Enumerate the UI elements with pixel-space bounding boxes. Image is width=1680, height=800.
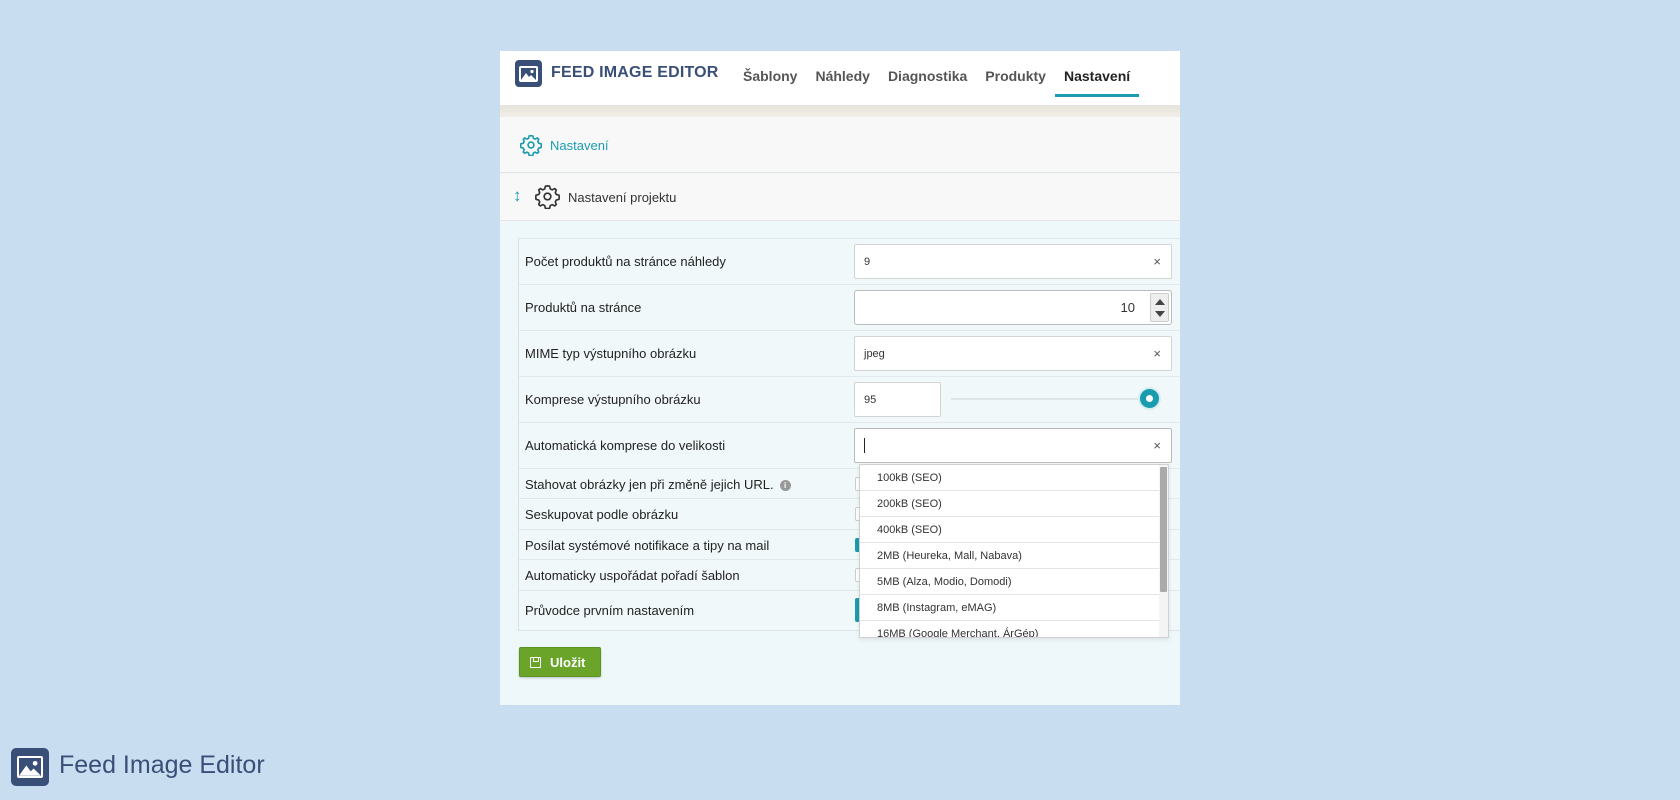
- section-title: Nastavení projektu: [568, 190, 677, 205]
- field-label: Seskupovat podle obrázku: [525, 507, 679, 522]
- form-row: MIME typ výstupního obrázku jpeg ×: [519, 331, 1180, 377]
- header-divider: [500, 105, 1180, 117]
- compression-slider-track[interactable]: [951, 398, 1161, 400]
- stepper-down-icon[interactable]: [1155, 311, 1165, 317]
- image-logo-icon: [11, 748, 49, 786]
- dropdown-option[interactable]: 400kB (SEO): [860, 517, 1160, 543]
- form-row: Automatická komprese do velikosti ×: [519, 423, 1180, 469]
- field-label: Průvodce prvním nastavením: [525, 603, 695, 618]
- field-label: Posílat systémové notifikace a tipy na m…: [525, 538, 770, 553]
- gear-icon: [534, 184, 561, 214]
- clear-icon[interactable]: ×: [1153, 346, 1161, 361]
- form-row: Produktů na stránce 10: [519, 285, 1180, 331]
- nav-item-nastaveni[interactable]: Nastavení: [1054, 51, 1140, 105]
- field-label: Počet produktů na stránce náhledy: [525, 254, 726, 269]
- dropdown-option[interactable]: 5MB (Alza, Modio, Domodi): [860, 569, 1160, 595]
- clear-icon[interactable]: ×: [1153, 438, 1161, 453]
- page-header: Nastavení: [500, 117, 1180, 173]
- stepper-up-icon[interactable]: [1155, 299, 1165, 305]
- clear-icon[interactable]: ×: [1153, 254, 1161, 269]
- products-per-preview-select[interactable]: 9 ×: [854, 244, 1172, 279]
- image-logo-icon[interactable]: [515, 60, 542, 87]
- dropdown-option[interactable]: 2MB (Heureka, Mall, Nabava): [860, 543, 1160, 569]
- field-label: Produktů na stránce: [525, 300, 642, 315]
- main-nav: Šablony Náhledy Diagnostika Produkty Nas…: [734, 51, 1140, 105]
- select-value: jpeg: [864, 348, 885, 360]
- gear-icon: [519, 134, 543, 161]
- input-value: 95: [864, 394, 877, 406]
- app-window: FEED IMAGE EDITOR Šablony Náhledy Diagno…: [500, 51, 1180, 705]
- dropdown-scrollbar-thumb[interactable]: [1160, 467, 1167, 592]
- dropdown-option[interactable]: 8MB (Instagram, eMAG): [860, 595, 1160, 621]
- field-label: Automaticky uspořádat pořadí šablon: [525, 568, 740, 583]
- footer-brand-title: Feed Image Editor: [59, 751, 265, 779]
- nav-item-nahledy[interactable]: Náhledy: [806, 51, 878, 105]
- dropdown-option[interactable]: 200kB (SEO): [860, 491, 1160, 517]
- save-button[interactable]: Uložit: [519, 647, 601, 677]
- save-button-label: Uložit: [550, 655, 586, 670]
- auto-compression-dropdown: 100kB (SEO) 200kB (SEO) 400kB (SEO) 2MB …: [859, 464, 1169, 638]
- form-row: Komprese výstupního obrázku 95: [519, 377, 1180, 423]
- auto-compression-select[interactable]: ×: [854, 428, 1172, 463]
- number-stepper[interactable]: [1150, 293, 1169, 322]
- dropdown-scrollbar[interactable]: [1159, 465, 1168, 637]
- products-per-page-input[interactable]: 10: [854, 290, 1172, 325]
- field-label: MIME typ výstupního obrázku: [525, 346, 697, 361]
- nav-item-produkty[interactable]: Produkty: [976, 51, 1055, 105]
- field-label: Automatická komprese do velikosti: [525, 438, 726, 453]
- field-label: Stahovat obrázky jen při změně jejich UR…: [525, 477, 774, 492]
- nav-item-diagnostika[interactable]: Diagnostika: [879, 51, 976, 105]
- page-title: Nastavení: [550, 138, 609, 153]
- info-icon[interactable]: i: [779, 480, 791, 491]
- field-label-with-info: Stahovat obrázky jen při změně jejich UR…: [525, 477, 791, 492]
- sort-icon[interactable]: ↕: [513, 186, 522, 206]
- number-value: 10: [1120, 300, 1135, 315]
- mime-type-select[interactable]: jpeg ×: [854, 336, 1172, 371]
- nav-item-sablony[interactable]: Šablony: [734, 51, 806, 105]
- app-brand-title[interactable]: FEED IMAGE EDITOR: [551, 64, 719, 82]
- top-navbar: FEED IMAGE EDITOR Šablony Náhledy Diagno…: [500, 51, 1180, 105]
- section-header[interactable]: ↕ Nastavení projektu: [500, 174, 1180, 221]
- dropdown-option[interactable]: 16MB (Google Merchant, ÁrGép): [860, 621, 1160, 637]
- compression-slider-handle[interactable]: [1138, 387, 1161, 410]
- form-row: Počet produktů na stránce náhledy 9 ×: [519, 239, 1180, 285]
- field-label: Komprese výstupního obrázku: [525, 392, 701, 407]
- save-icon: [530, 657, 541, 668]
- select-value: 9: [864, 256, 871, 268]
- dropdown-option[interactable]: 100kB (SEO): [860, 465, 1160, 491]
- text-cursor: [864, 438, 865, 453]
- compression-input[interactable]: 95: [854, 382, 941, 417]
